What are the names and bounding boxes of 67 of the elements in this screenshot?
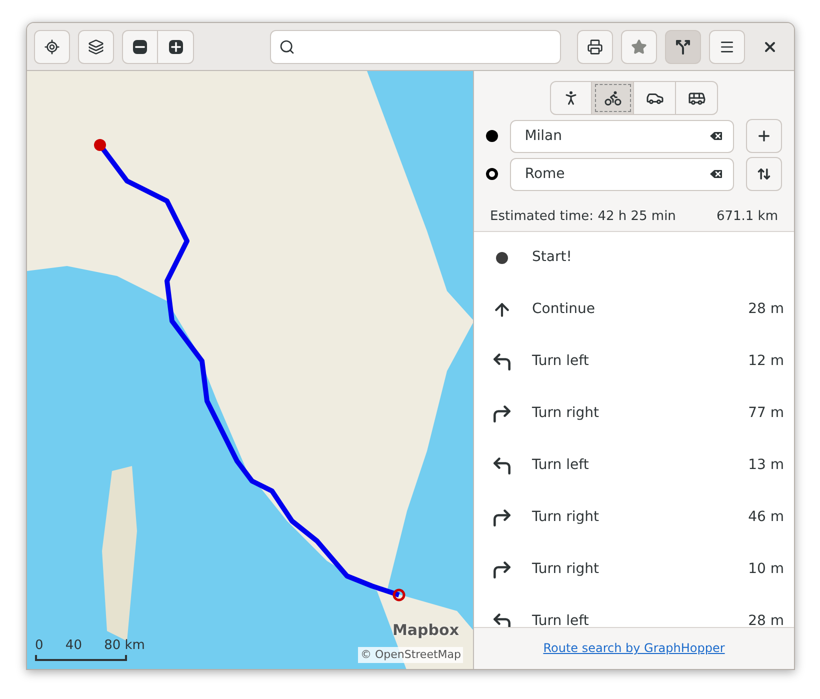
instruction-row[interactable]: Turn left 12 m [474,336,794,388]
instruction-row[interactable]: Turn right 46 m [474,492,794,544]
instruction-text: Turn left [532,456,590,475]
instruction-text: Turn left [532,352,590,371]
instruction-text: Start! [532,248,573,267]
favorites-button[interactable] [621,30,658,64]
instruction-distance: 28 m [748,300,784,319]
location-field[interactable]: Rome [510,158,734,190]
turn-left-icon [491,350,513,372]
transport-mode-toggle[interactable] [634,81,676,115]
layers-icon [88,38,104,54]
instruction-text: Turn right [532,404,600,423]
map-provider-logo: Mapbox [392,620,459,640]
print-button[interactable] [577,30,614,64]
instruction-distance: 13 m [748,456,784,475]
instruction-row[interactable]: Continue 28 m [474,284,794,336]
turn-right-icon [491,506,513,528]
search-icon [279,38,295,54]
turn-right-icon [491,402,513,424]
instruction-distance: 28 m [748,612,784,626]
crosshair-icon [44,38,60,54]
route-button[interactable] [665,30,702,64]
scale-label: 40 [65,636,82,654]
turn-right-icon [491,558,513,580]
transport-mode-toggle[interactable] [676,81,718,115]
estimated-time: Estimated time: 42 h 25 min [490,208,676,226]
plus-icon [756,128,772,144]
plus-icon [168,40,182,54]
zoom-in-button[interactable] [158,30,194,64]
instruction-row[interactable]: Start! [474,232,794,284]
swap-arrows-icon [756,167,771,181]
graphhopper-link[interactable]: Route search by GraphHopper [543,639,725,658]
add-via-button[interactable] [746,119,782,153]
location-field[interactable]: Milan [510,120,734,152]
turn-left-icon [491,454,513,476]
bicycle-icon [604,89,622,107]
search-field[interactable] [270,30,562,64]
ring-icon [486,168,498,180]
transport-mode-toggle[interactable] [550,81,592,115]
instruction-distance: 46 m [748,508,784,527]
minus-icon [133,40,147,54]
turn-left-icon [491,610,513,626]
transport-mode-toggle[interactable] [592,81,634,115]
fork-icon [675,38,692,54]
instruction-distance: 77 m [748,404,784,423]
instruction-text: Turn right [532,560,600,579]
instruction-row[interactable]: Turn left 13 m [474,440,794,492]
instruction-text: Turn right [532,508,600,527]
scale-label: 80 km [104,636,145,654]
zoom-out-button[interactable] [122,30,158,64]
printer-icon [587,38,604,54]
scale-label: 0 [35,636,44,654]
instruction-distance: 10 m [748,560,784,579]
instruction-text: Continue [532,300,596,319]
star-icon [631,38,648,54]
map-attribution: © OpenStreetMap [358,646,463,663]
instruction-row[interactable]: Turn right 77 m [474,388,794,440]
layers-button[interactable] [78,30,114,64]
menu-button[interactable] [709,30,746,64]
instruction-row[interactable]: Turn left 28 m [474,596,794,626]
menu-icon [719,38,736,54]
instruction-text: Turn left [532,612,590,626]
route-distance: 671.1 km [716,208,778,226]
instruction-distance: 12 m [748,352,784,371]
swap-button[interactable] [746,157,782,191]
locate-button[interactable] [34,30,70,64]
instruction-row[interactable]: Turn right 10 m [474,544,794,596]
